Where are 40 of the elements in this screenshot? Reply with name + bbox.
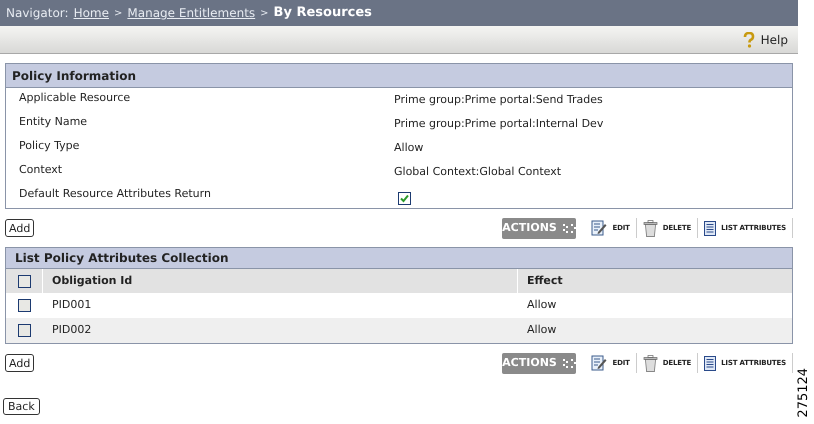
figure-number: 275124: [796, 370, 812, 416]
checkbox[interactable]: [18, 324, 31, 337]
add-button[interactable]: Add: [5, 354, 34, 372]
field-label: Applicable Resource: [18, 90, 132, 106]
field-label: Entity Name: [18, 114, 88, 130]
edit-icon: [591, 355, 608, 371]
help-link[interactable]: Help: [742, 30, 788, 48]
panel-title: List Policy Attributes Collection: [6, 248, 792, 269]
breadcrumb-separator: >: [260, 6, 269, 20]
help-icon: [742, 32, 755, 48]
checkbox[interactable]: [18, 274, 30, 288]
navigator-label: Navigator:: [6, 5, 69, 22]
table-cell-text: Allow: [526, 297, 558, 314]
expand-icon: [562, 224, 576, 232]
breadcrumb-link[interactable]: Home: [74, 4, 109, 22]
field-label: Policy Type: [18, 138, 80, 154]
list-icon: [704, 356, 716, 370]
field-value: Prime group:Prime portal:Send Trades: [394, 92, 603, 108]
trash-icon: [642, 354, 658, 372]
breadcrumb-link[interactable]: Manage Entitlements: [127, 4, 256, 22]
field-label: Context: [18, 162, 64, 178]
breadcrumb-separator: >: [114, 6, 122, 20]
table-cell-text: PID001: [51, 297, 92, 314]
checkbox[interactable]: [398, 192, 411, 204]
field-label: Default Resource Attributes Return: [18, 186, 212, 202]
list-icon: [704, 220, 716, 236]
table-cell-text: Allow: [526, 322, 558, 338]
field-value: Prime group:Prime portal:Internal Dev: [394, 116, 604, 132]
table-cell-text: PID002: [51, 322, 92, 338]
current-page: By Resources: [274, 4, 372, 22]
edit-icon: [591, 220, 608, 236]
back-button[interactable]: Back: [3, 398, 40, 415]
field-value: Allow: [394, 140, 424, 156]
column-header[interactable]: Effect: [518, 269, 792, 293]
add-button[interactable]: Add: [5, 219, 34, 237]
panel-title: Policy Information: [6, 64, 792, 88]
checkbox[interactable]: [18, 299, 31, 312]
expand-icon: [562, 358, 576, 368]
trash-icon: [642, 220, 658, 236]
field-value: Global Context:Global Context: [394, 164, 562, 180]
